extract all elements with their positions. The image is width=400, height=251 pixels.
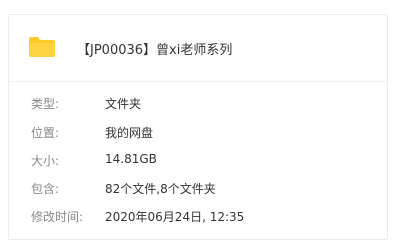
- detail-value: 14.81GB: [105, 152, 157, 166]
- folder-icon: [29, 37, 55, 57]
- detail-label: 类型:: [31, 97, 60, 111]
- detail-row-modified: 修改时间: 2020年06月24日, 12:35: [9, 208, 387, 228]
- detail-value: 82个文件,8个文件夹: [105, 182, 216, 196]
- detail-value: 我的网盘: [105, 126, 154, 140]
- file-info-panel: 【JP00036】曾xi老师系列 类型: 文件夹 位置: 我的网盘 大小: 14…: [8, 14, 388, 240]
- detail-label: 包含:: [31, 182, 60, 196]
- detail-row-size: 大小: 14.81GB: [9, 152, 387, 172]
- detail-row-type: 类型: 文件夹: [9, 95, 387, 115]
- detail-row-location: 位置: 我的网盘: [9, 124, 387, 144]
- detail-value: 文件夹: [105, 97, 142, 111]
- detail-value: 2020年06月24日, 12:35: [105, 210, 245, 224]
- detail-label: 位置:: [31, 126, 60, 140]
- detail-row-contains: 包含: 82个文件,8个文件夹: [9, 180, 387, 200]
- divider: [9, 81, 387, 82]
- detail-label: 修改时间:: [31, 210, 84, 224]
- file-info-header: 【JP00036】曾xi老师系列: [9, 15, 387, 81]
- folder-title: 【JP00036】曾xi老师系列: [77, 43, 233, 58]
- detail-label: 大小:: [31, 154, 60, 168]
